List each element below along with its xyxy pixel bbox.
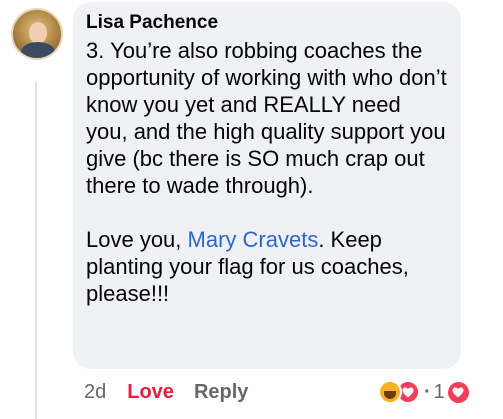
comment-author-name[interactable]: Lisa Pachence: [86, 11, 447, 35]
mention-link[interactable]: Mary Cravets: [188, 227, 319, 252]
reply-button[interactable]: Reply: [194, 381, 248, 404]
comment-bubble: Lisa Pachence 3. You’re also robbing coa…: [73, 2, 461, 369]
reaction-summary[interactable]: · 1: [378, 380, 469, 404]
thread-connector-line: [35, 82, 37, 419]
love-button[interactable]: Love: [127, 381, 174, 404]
reaction-count: 1: [433, 380, 445, 403]
comment-text: 3. You’re also robbing coaches the oppor…: [86, 37, 447, 307]
avatar[interactable]: [11, 8, 63, 60]
reaction-separator: ·: [424, 380, 431, 403]
comment-paragraph: Love you, Mary Cravets. Keep planting yo…: [86, 227, 409, 306]
comment-timestamp[interactable]: 2d: [84, 381, 106, 404]
care-icon: [378, 380, 402, 404]
comment-actions: 2d Love Reply: [84, 377, 248, 407]
comment-paragraph: 3. You’re also robbing coaches the oppor…: [86, 38, 447, 198]
love-heart-icon: [447, 381, 469, 403]
